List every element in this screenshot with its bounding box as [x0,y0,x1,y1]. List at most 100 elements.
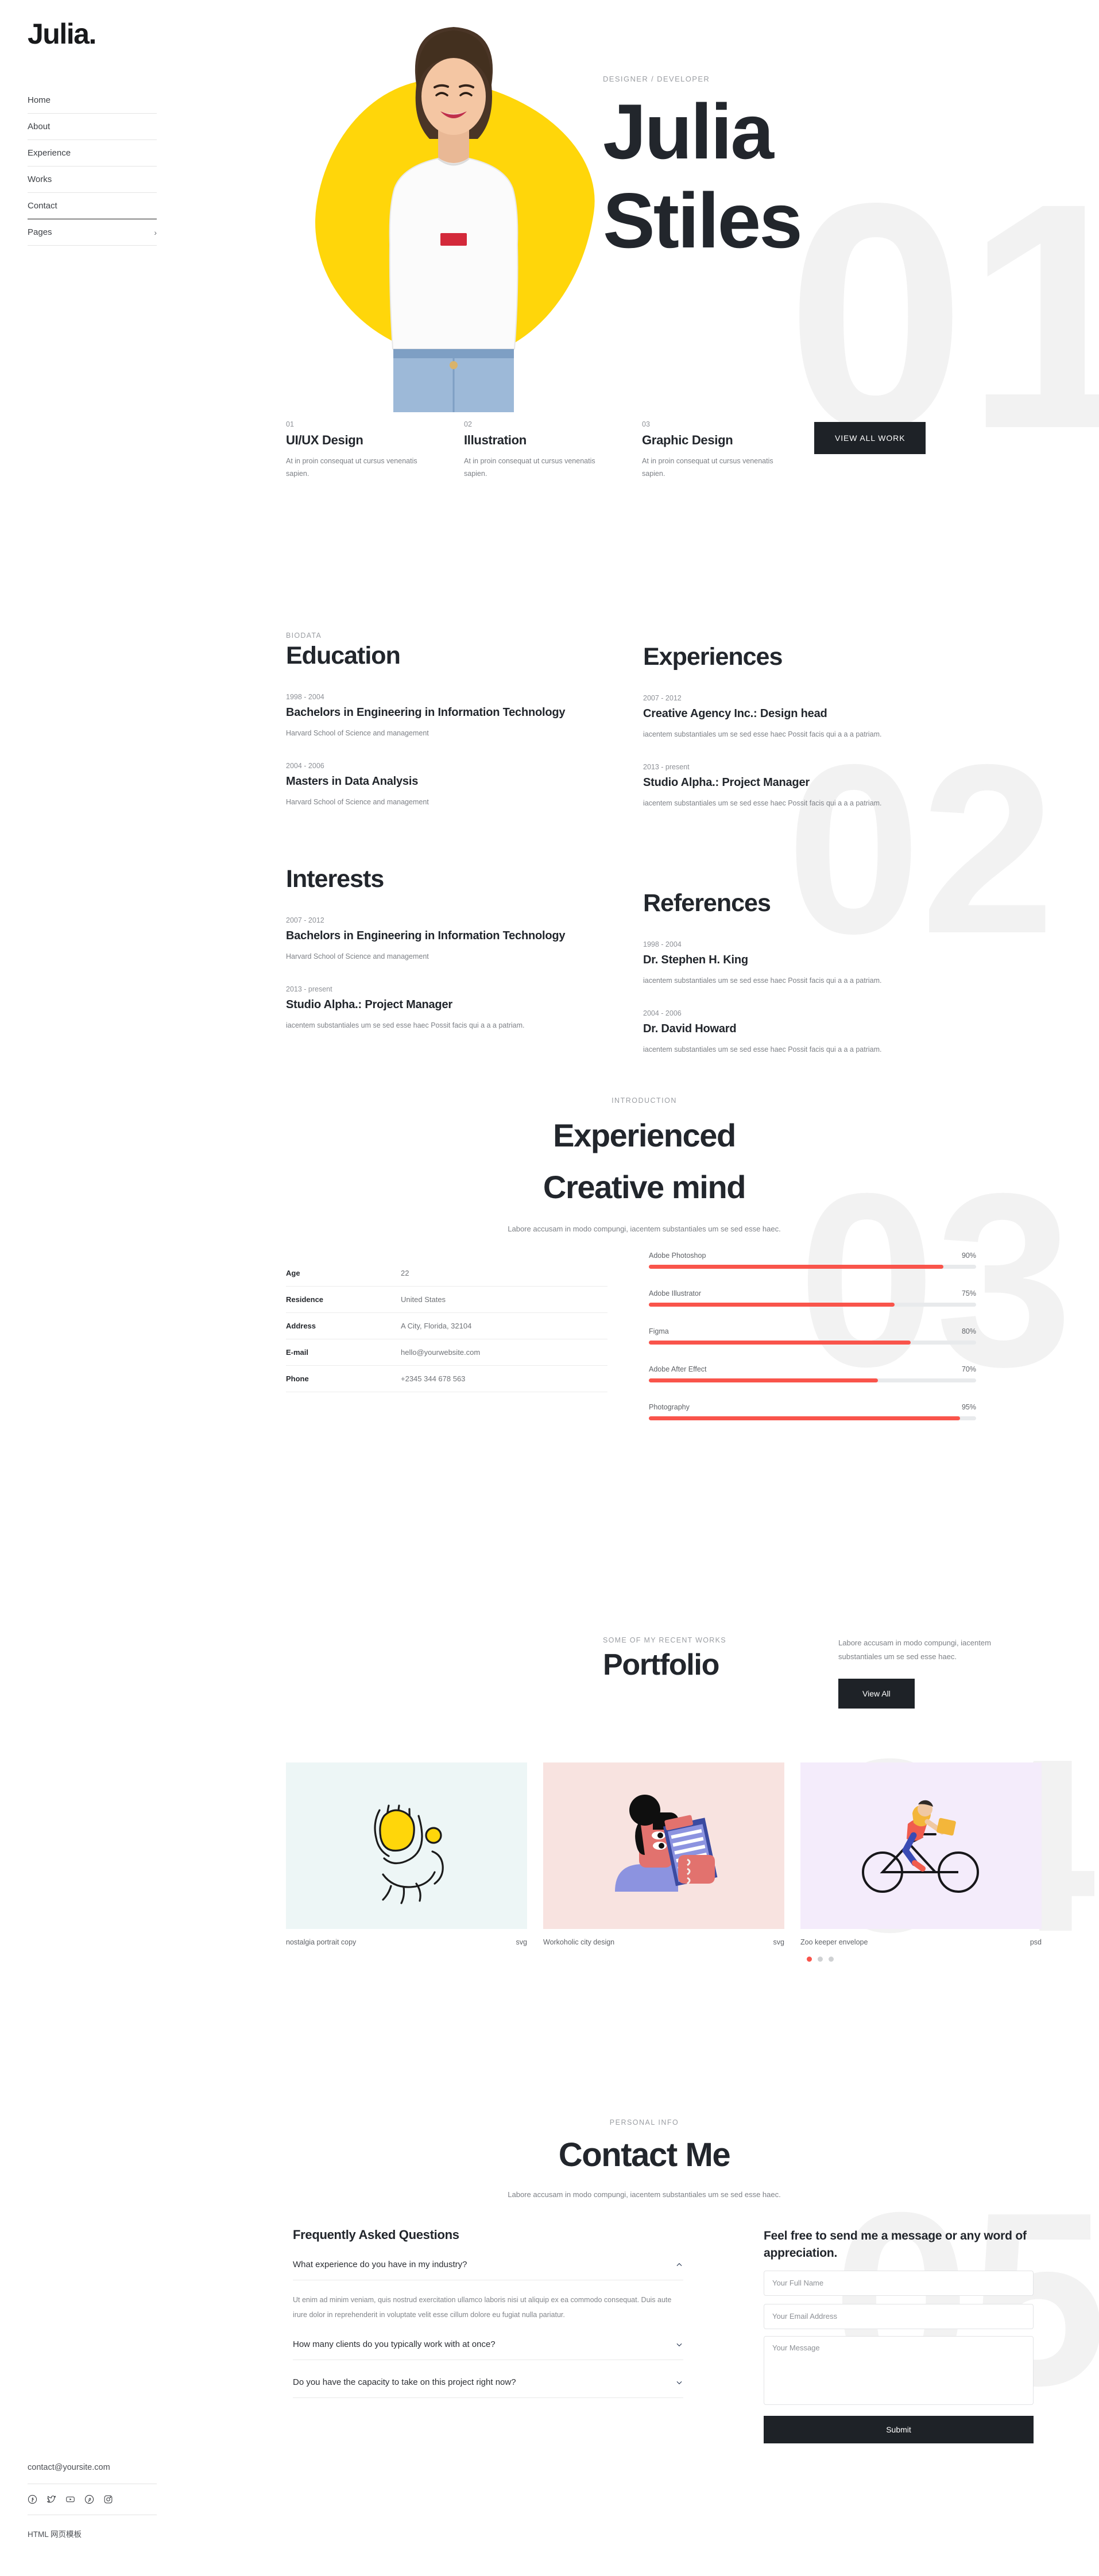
service-card[interactable]: 03 Graphic Design At in proin consequat … [642,420,820,481]
introduction-header: INTRODUCTION Experienced Creative mind L… [189,1097,1099,1233]
entry-date: 1998 - 2004 [643,940,682,948]
email-input[interactable] [764,2303,1034,2329]
education-entry: 1998 - 2004 Bachelors in Engineering in … [286,693,607,739]
faq-question-toggle[interactable]: Do you have the capacity to take on this… [293,2377,683,2399]
interests-entry: 2007 - 2012 Bachelors in Engineering in … [286,916,607,962]
full-name-input[interactable] [764,2270,1034,2296]
skill-name: Adobe Photoshop [649,1252,706,1260]
hero-photo [297,16,643,412]
nav-label: Works [28,175,52,184]
faq-item: What experience do you have in my indust… [293,2260,683,2322]
submit-button[interactable]: Submit [764,2415,1034,2443]
portfolio-section: 04 SOME OF MY RECENT WORKS Portfolio Lab… [189,1613,1099,2084]
education-title: Education [286,642,401,669]
portfolio-aside: Labore accusam in modo compungi, iacente… [838,1636,1034,1709]
portfolio-item[interactable]: Workoholic city design svg [543,1762,784,1946]
services-list: 01 UI/UX Design At in proin consequat ut… [286,420,935,481]
faq-answer: Ut enim ad minim veniam, quis nostrud ex… [293,2296,672,2319]
entry-date: 2007 - 2012 [643,694,682,702]
youtube-icon[interactable] [65,2494,75,2504]
entry-date: 2013 - present [286,985,332,993]
portrait-illustration [389,27,518,412]
service-card[interactable]: 01 UI/UX Design At in proin consequat ut… [286,420,464,481]
entry-title: Bachelors in Engineering in Information … [286,929,566,942]
portfolio-thumbnail[interactable] [543,1762,784,1929]
faq-question-toggle[interactable]: What experience do you have in my indust… [293,2260,683,2280]
chevron-up-icon [676,2263,682,2266]
pinterest-icon[interactable] [84,2494,94,2504]
nav-item-contact[interactable]: Contact [28,193,157,219]
entry-title: Masters in Data Analysis [286,775,419,788]
portfolio-item-format: psd [1030,1938,1042,1946]
site-logo[interactable]: Julia. [28,17,96,51]
entry-date: 2013 - present [643,763,690,771]
sidebar-footer: contact@yoursite.com HTML 网页模板 [28,2463,157,2539]
skill-percent: 75% [961,1289,976,1297]
faq-item: How many clients do you typically work w… [293,2339,683,2361]
social-links [28,2484,157,2515]
twitter-icon[interactable] [47,2494,56,2504]
hero-eyebrow: DESIGNER / DEVELOPER [603,75,710,83]
info-value: United States [401,1295,446,1304]
skill-fill [649,1416,960,1420]
entry-title: Creative Agency Inc.: Design head [643,707,827,720]
entry-title: Bachelors in Engineering in Information … [286,706,566,719]
chevron-right-icon: › [154,227,157,237]
cyclist-illustration [862,1800,979,1893]
entry-subtitle: iacentem substantiales um se sed esse ha… [643,1045,882,1053]
carousel-dot[interactable] [829,1957,834,1962]
portfolio-item[interactable]: Zoo keeper envelope psd [800,1762,1042,1946]
carousel-dots[interactable] [807,1957,834,1962]
info-value: 22 [401,1269,409,1277]
service-number: 02 [464,420,472,428]
service-number: 03 [642,420,650,428]
nav-item-pages[interactable]: Pages › [28,219,157,246]
references-title: References [643,889,771,917]
portfolio-title: Portfolio [603,1648,719,1682]
info-value: A City, Florida, 32104 [401,1322,472,1330]
skill-item: Adobe Illustrator 75% [649,1289,976,1307]
service-description: At in proin consequat ut cursus venenati… [286,457,417,478]
reference-entry: 2004 - 2006 Dr. David Howard iacentem su… [643,1009,965,1055]
entry-title: Dr. Stephen H. King [643,954,748,966]
form-heading: Feel free to send me a message or any wo… [764,2229,1027,2260]
nav-item-home[interactable]: Home [28,87,157,114]
skill-percent: 95% [961,1403,976,1411]
interests-title: Interests [286,865,384,893]
faq-list: Frequently Asked Questions What experien… [293,2228,683,2399]
carousel-dot[interactable] [818,1957,823,1962]
carousel-dot-active[interactable] [807,1957,812,1962]
entry-title: Studio Alpha.: Project Manager [643,776,810,789]
entry-date: 2004 - 2006 [643,1009,682,1017]
hero-last-name: Stiles [603,177,803,265]
entry-subtitle: iacentem substantiales um se sed esse ha… [643,799,882,807]
portfolio-thumbnail[interactable] [800,1762,1042,1929]
skill-percent: 90% [961,1252,976,1260]
skill-fill [649,1303,895,1307]
portfolio-thumbnail[interactable] [286,1762,527,1929]
nav-item-works[interactable]: Works [28,166,157,193]
faq-question-text: What experience do you have in my indust… [293,2260,467,2269]
nav-item-about[interactable]: About [28,114,157,140]
message-textarea[interactable] [764,2335,1034,2405]
info-row: Age 22 [286,1260,607,1287]
instagram-icon[interactable] [103,2494,113,2504]
faq-question-text: Do you have the capacity to take on this… [293,2377,516,2388]
portfolio-item[interactable]: nostalgia portrait copy svg [286,1762,527,1946]
contact-header: PERSONAL INFO Contact Me Labore accusam … [189,2118,1099,2199]
contact-form: Feel free to send me a message or any wo… [764,2228,1034,2443]
service-description: At in proin consequat ut cursus venenati… [464,457,595,478]
info-key: Age [286,1269,300,1277]
view-all-button[interactable]: View All [838,1679,915,1709]
nav-label: About [28,122,51,131]
education-eyebrow: BIODATA [286,632,322,640]
faq-question-toggle[interactable]: How many clients do you typically work w… [293,2339,683,2361]
footer-email[interactable]: contact@yoursite.com [28,2463,157,2484]
skill-fill [649,1265,943,1269]
portfolio-item-format: svg [773,1938,784,1946]
service-card[interactable]: 02 Illustration At in proin consequat ut… [464,420,642,481]
facebook-icon[interactable] [28,2494,37,2504]
nav-item-experience[interactable]: Experience [28,140,157,166]
entry-subtitle: Harvard School of Science and management [286,729,429,737]
nav-label: Pages [28,227,52,237]
